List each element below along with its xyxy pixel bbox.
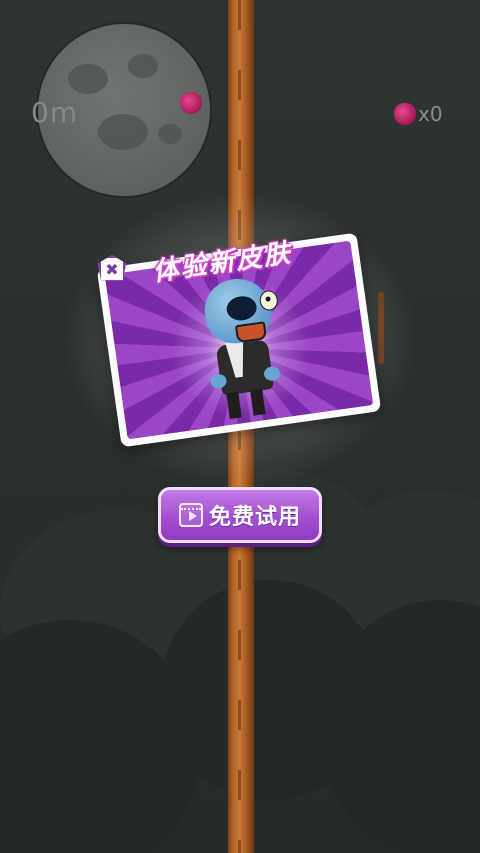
video-play-icon [178, 503, 203, 527]
zombie-character [195, 272, 306, 423]
close-icon: ✖ [105, 260, 119, 279]
free-trial-button[interactable]: 免费试用 [158, 487, 322, 543]
free-trial-label: 免费试用 [208, 505, 301, 530]
popup-overlay: 体验新皮肤 ✖ 免费试用 [0, 0, 480, 853]
